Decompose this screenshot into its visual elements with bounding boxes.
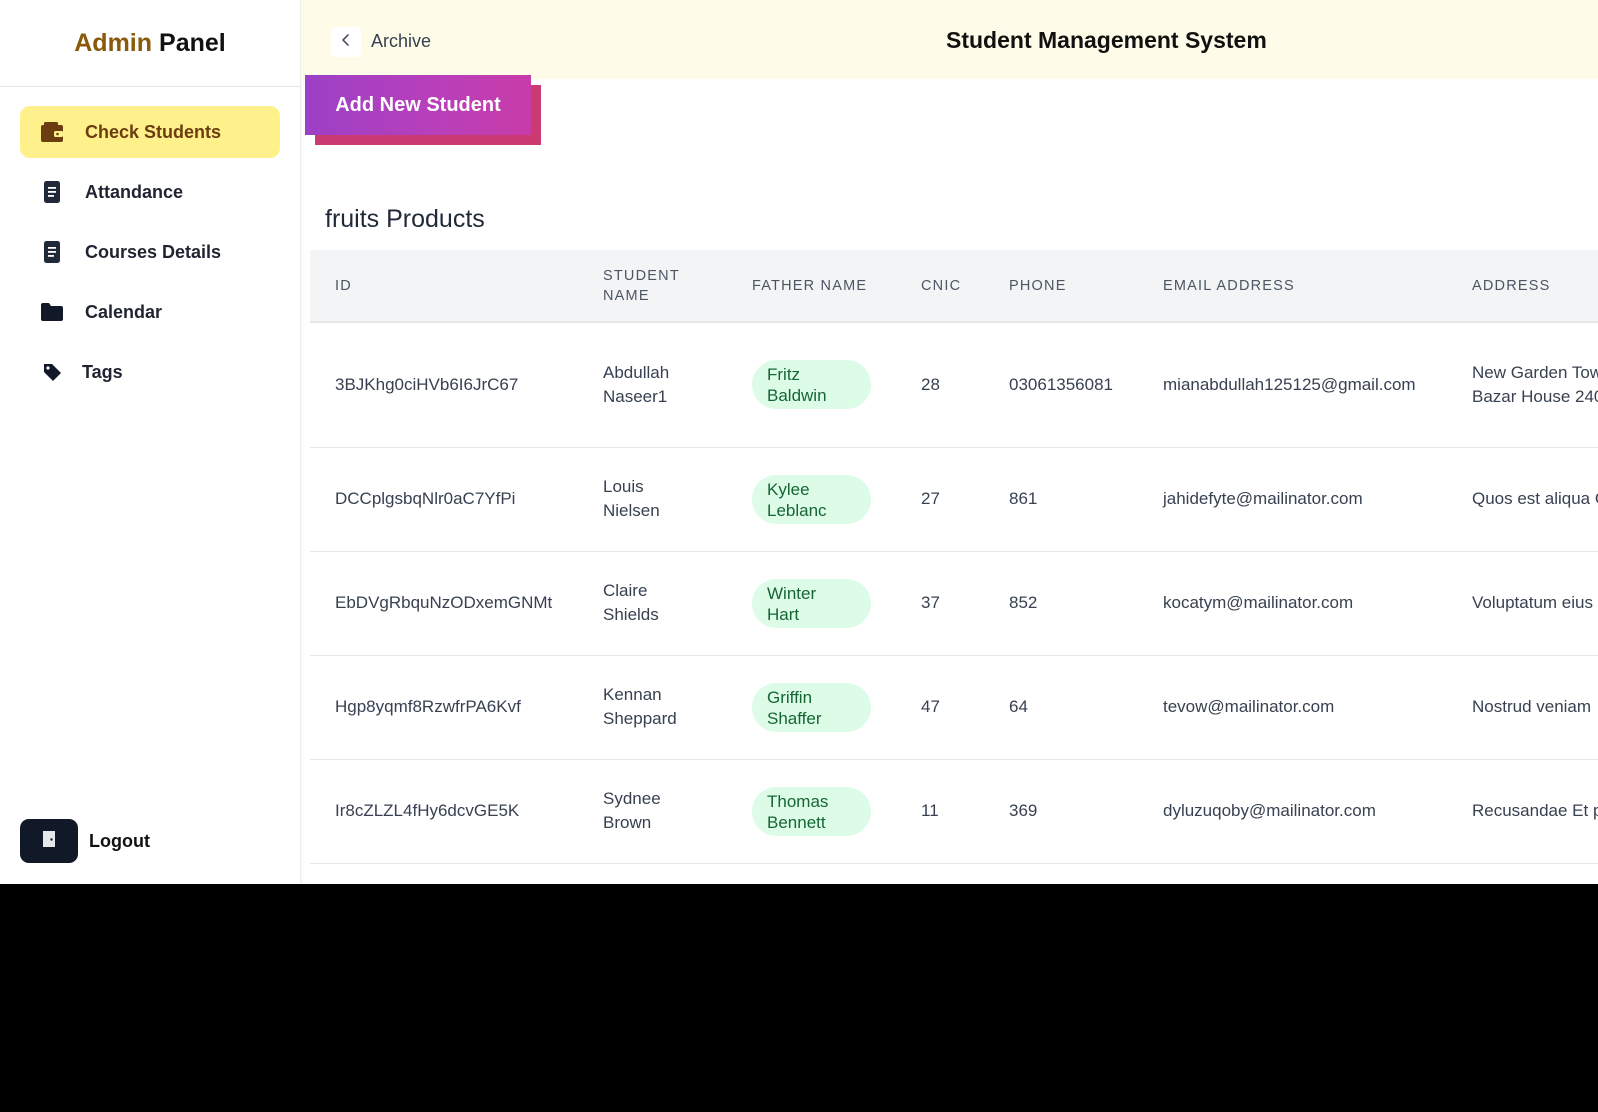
cell-cnic: 27	[896, 447, 984, 552]
column-header-email[interactable]: EMAIL ADDRESS	[1138, 250, 1447, 323]
cell-address: Quos est aliqua C	[1447, 447, 1598, 552]
add-student-button-wrapper: Add New Student	[305, 75, 541, 145]
cell-student-name: Kennan Sheppard	[578, 655, 727, 760]
sidebar-item-check-students[interactable]: Check Students	[20, 106, 280, 158]
cell-email: jahidefyte@mailinator.com	[1138, 447, 1447, 552]
sidebar-item-label: Calendar	[85, 301, 163, 322]
column-header-id[interactable]: ID	[310, 250, 578, 323]
column-header-label: STUDENT NAME	[603, 267, 680, 304]
door-icon	[42, 830, 56, 852]
cell-father-name: Kylee Leblanc	[727, 447, 896, 552]
father-name-badge: Kylee Leblanc	[752, 474, 871, 524]
column-header-address[interactable]: ADDRESS	[1447, 250, 1598, 323]
chevron-left-icon	[341, 33, 351, 52]
cell-address: New Garden Town Foota Bazar House 240	[1447, 322, 1598, 448]
cell-cnic: 37	[896, 551, 984, 656]
document-icon	[40, 180, 64, 204]
table-header-row: ID STUDENT NAME FATHER NAME CNIC PHONE E…	[310, 250, 1598, 323]
sidebar-item-label: Tags	[82, 361, 123, 382]
cell-phone: 64	[984, 655, 1138, 760]
cell-student-name: Sydnee Brown	[578, 759, 727, 864]
logout-item[interactable]: Logout	[20, 819, 150, 863]
sidebar-nav: Check Students Attandance Courses Detail…	[0, 87, 300, 398]
father-name-badge: Winter Hart	[752, 578, 871, 628]
cell-student-name: Abdullah Naseer1	[578, 322, 727, 448]
sidebar: Admin Panel Check Students Attandance Co…	[0, 0, 301, 884]
table-row[interactable]: Ir8cZLZL4fHy6dcvGE5K Sydnee Brown Thomas…	[310, 759, 1598, 864]
column-header-father-name[interactable]: FATHER NAME	[727, 250, 896, 323]
wallet-icon	[40, 120, 64, 144]
sidebar-item-attandance[interactable]: Attandance	[20, 166, 280, 218]
cell-phone: 852	[984, 551, 1138, 656]
back-button[interactable]	[331, 27, 361, 57]
column-header-phone[interactable]: PHONE	[984, 250, 1138, 323]
cell-student-name: Louis Nielsen	[578, 447, 727, 552]
brand-text: Panel	[159, 28, 226, 57]
cell-email: mianabdullah125125@gmail.com	[1138, 322, 1447, 448]
father-name-badge: Fritz Baldwin	[752, 360, 871, 410]
students-table-container: ID STUDENT NAME FATHER NAME CNIC PHONE E…	[310, 250, 1598, 884]
cell-address: Nostrud veniam	[1447, 655, 1598, 760]
sidebar-item-label: Check Students	[85, 121, 222, 142]
cell-father-name: Griffin Shaffer	[727, 655, 896, 760]
cell-email: dyluzuqoby@mailinator.com	[1138, 759, 1447, 864]
brand-logo: Admin Panel	[0, 0, 300, 87]
page-title: Student Management System	[946, 27, 1267, 53]
top-header: Archive Student Management System	[301, 0, 1598, 79]
sidebar-item-calendar[interactable]: Calendar	[20, 286, 280, 338]
cell-phone: 03061356081	[984, 322, 1138, 448]
table-row[interactable]: EbDVgRbquNzODxemGNMt Claire Shields Wint…	[310, 551, 1598, 656]
cell-cnic: 47	[896, 655, 984, 760]
cell-address: Recusandae Et p	[1447, 759, 1598, 864]
cell-id: EbDVgRbquNzODxemGNMt	[310, 551, 578, 656]
table-body: 3BJKhg0ciHVb6I6JrC67 Abdullah Naseer1 Fr…	[310, 322, 1598, 864]
tag-icon	[40, 360, 64, 384]
cell-id: Ir8cZLZL4fHy6dcvGE5K	[310, 759, 578, 864]
sidebar-item-label: Attandance	[85, 181, 184, 202]
table-row[interactable]: 3BJKhg0ciHVb6I6JrC67 Abdullah Naseer1 Fr…	[310, 322, 1598, 448]
cell-email: kocatym@mailinator.com	[1138, 551, 1447, 656]
cell-father-name: Fritz Baldwin	[727, 322, 896, 448]
cell-father-name: Thomas Bennett	[727, 759, 896, 864]
logout-label: Logout	[89, 830, 150, 851]
add-new-student-button[interactable]: Add New Student	[305, 75, 531, 135]
cell-cnic: 11	[896, 759, 984, 864]
app-window: Admin Panel Check Students Attandance Co…	[0, 0, 1598, 884]
cell-student-name: Claire Shields	[578, 551, 727, 656]
sidebar-item-courses-details[interactable]: Courses Details	[20, 226, 280, 278]
column-header-student-name[interactable]: STUDENT NAME	[578, 250, 727, 323]
breadcrumb[interactable]: Archive	[371, 31, 431, 52]
cell-address: Voluptatum eius	[1447, 551, 1598, 656]
column-header-cnic[interactable]: CNIC	[896, 250, 984, 323]
table-row[interactable]: Hgp8yqmf8RzwfrPA6Kvf Kennan Sheppard Gri…	[310, 655, 1598, 760]
father-name-badge: Thomas Bennett	[752, 786, 871, 836]
cell-father-name: Winter Hart	[727, 551, 896, 656]
cell-phone: 369	[984, 759, 1138, 864]
table-row[interactable]: DCCplgsbqNlr0aC7YfPi Louis Nielsen Kylee…	[310, 447, 1598, 552]
cell-email: tevow@mailinator.com	[1138, 655, 1447, 760]
cell-id: Hgp8yqmf8RzwfrPA6Kvf	[310, 655, 578, 760]
cell-cnic: 28	[896, 322, 984, 448]
folder-icon	[40, 300, 64, 324]
table-header: ID STUDENT NAME FATHER NAME CNIC PHONE E…	[310, 250, 1598, 323]
father-name-badge: Griffin Shaffer	[752, 682, 871, 732]
sidebar-item-tags[interactable]: Tags	[20, 346, 280, 398]
document-icon	[40, 240, 64, 264]
cell-id: DCCplgsbqNlr0aC7YfPi	[310, 447, 578, 552]
students-table: ID STUDENT NAME FATHER NAME CNIC PHONE E…	[310, 250, 1598, 864]
section-title: fruits Products	[325, 205, 485, 233]
cell-id: 3BJKhg0ciHVb6I6JrC67	[310, 322, 578, 448]
cell-phone: 861	[984, 447, 1138, 552]
sidebar-item-label: Courses Details	[85, 241, 222, 262]
brand-accent-text: Admin	[74, 28, 153, 57]
logout-button[interactable]	[20, 819, 78, 863]
